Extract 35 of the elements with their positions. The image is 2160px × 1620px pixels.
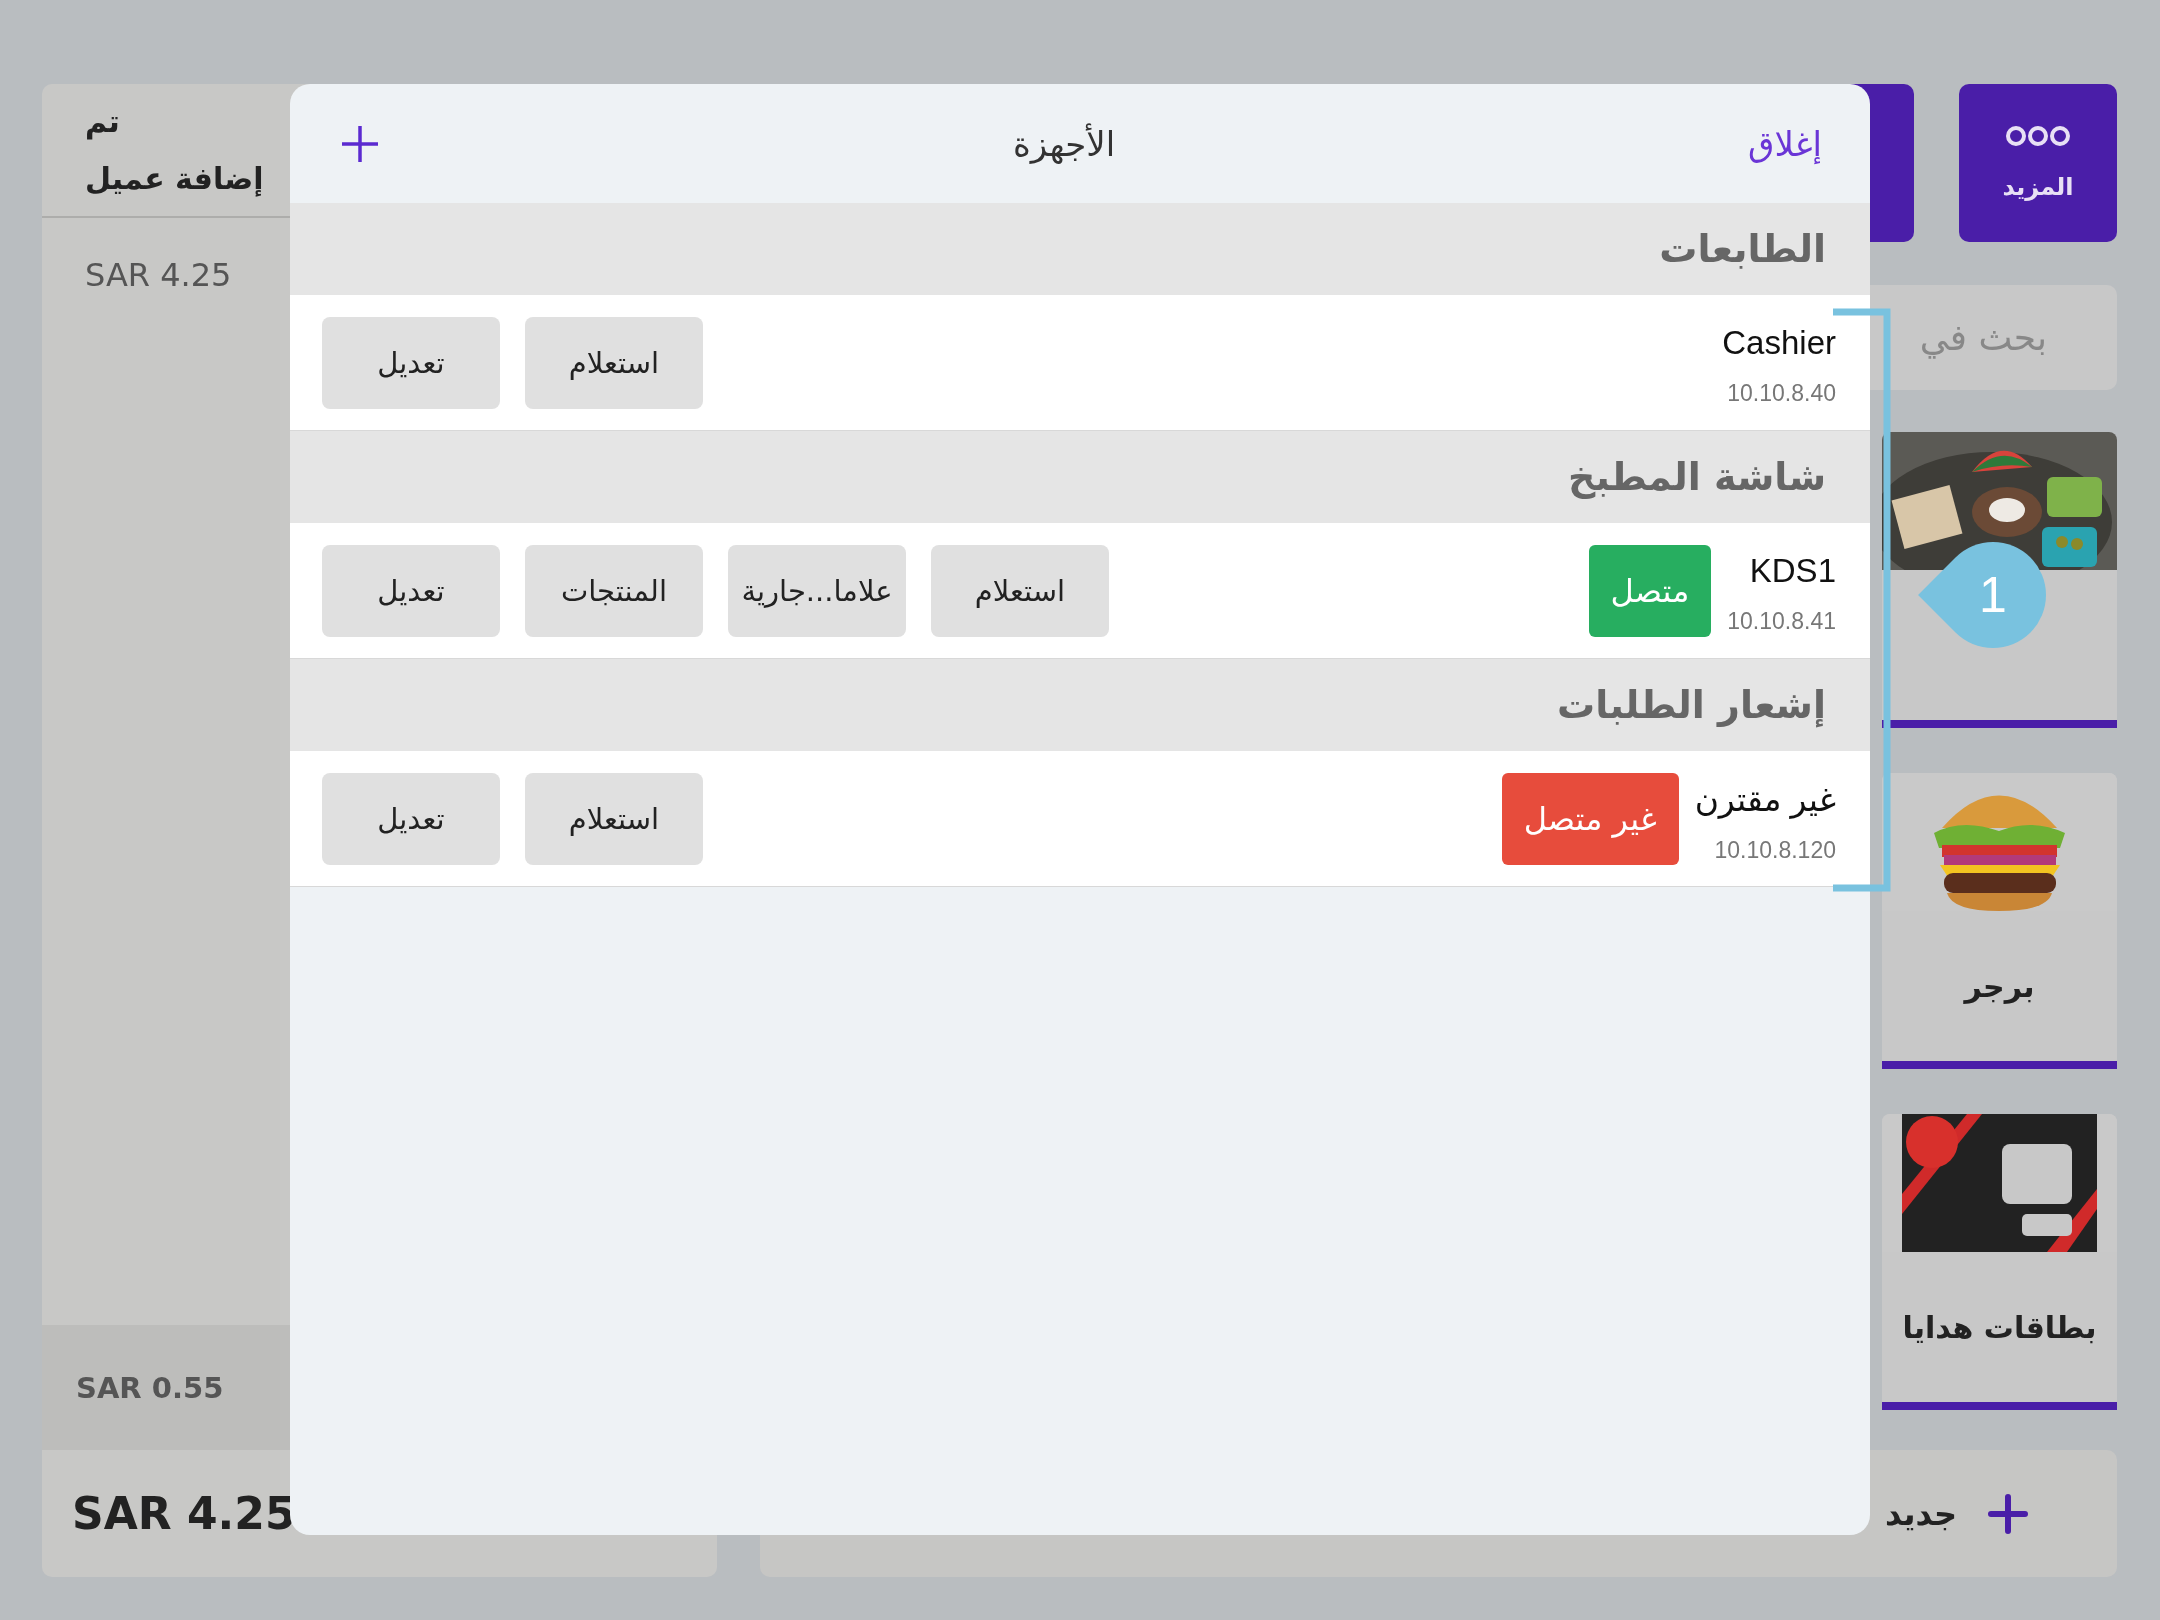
device-ip: 10.10.8.120: [1714, 836, 1836, 864]
device-action-button[interactable]: المنتجات: [525, 544, 703, 637]
device-action-button[interactable]: تعديل: [322, 544, 500, 637]
category-card[interactable]: بطاقات هدايا: [1882, 1114, 2117, 1410]
done-link[interactable]: تم: [85, 104, 120, 139]
category-label: برجر: [1964, 968, 2035, 1004]
more-button[interactable]: المزيد: [1959, 84, 2117, 242]
more-icon: [2005, 125, 2071, 147]
device-ip: 10.10.8.40: [1727, 380, 1836, 407]
device-action-button[interactable]: استعلام: [525, 316, 703, 409]
section-title: الطابعات: [1659, 227, 1826, 271]
device-action-button[interactable]: تعديل: [322, 772, 500, 865]
plus-icon[interactable]: [1987, 1492, 2029, 1535]
section-title: إشعار الطلبات: [1557, 683, 1826, 727]
device-name: غير مقترن: [1694, 779, 1836, 819]
device-name: Cashier: [1722, 324, 1836, 362]
tax-amount: SAR 0.55: [76, 1370, 224, 1405]
subtotal-amount: SAR 4.25: [84, 255, 233, 294]
section-title: شاشة المطبخ: [1568, 455, 1826, 499]
dialog-title: الأجهزة: [1013, 123, 1116, 164]
status-badge: غير متصل: [1501, 772, 1679, 865]
new-label[interactable]: جديد: [1884, 1494, 1957, 1533]
device-ip: 10.10.8.41: [1727, 608, 1836, 635]
device-action-button[interactable]: استعلام: [931, 544, 1109, 637]
status-badge: متصل: [1588, 544, 1712, 637]
add-icon[interactable]: [340, 123, 380, 164]
total-amount: SAR 4.25: [72, 1488, 296, 1539]
close-link[interactable]: إغلاق: [1748, 123, 1822, 164]
device-name: KDS1: [1749, 552, 1836, 590]
add-customer-link[interactable]: إضافة عميل: [85, 161, 264, 196]
device-action-button[interactable]: علاما...جارية: [728, 544, 906, 637]
more-label: المزيد: [2002, 173, 2074, 201]
device-action-button[interactable]: تعديل: [322, 316, 500, 409]
device-action-button[interactable]: استعلام: [525, 772, 703, 865]
category-label: بطاقات هدايا: [1902, 1309, 2097, 1345]
